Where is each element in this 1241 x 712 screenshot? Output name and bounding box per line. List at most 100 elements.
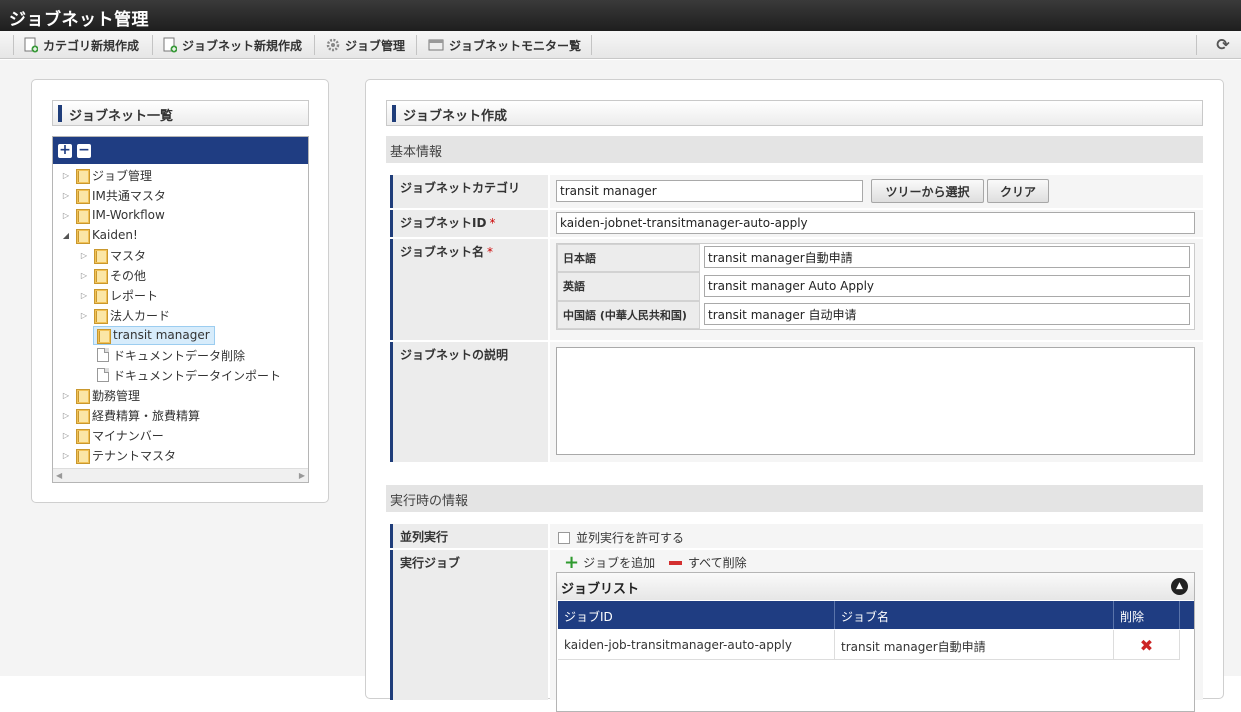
runtime-info-header: 実行時の情報	[386, 485, 1203, 512]
app-title: ジョブネット管理	[0, 0, 1241, 31]
jobnet-id-label: ジョブネットID *	[390, 210, 548, 237]
name-english-input[interactable]	[704, 275, 1190, 297]
expand-arrow-icon[interactable]: ▷	[61, 391, 71, 400]
lang-label-english: 英語	[557, 272, 700, 301]
scroll-right-icon[interactable]: ▶	[299, 471, 305, 480]
collapse-up-icon[interactable]: ▲	[1171, 578, 1188, 595]
jobnet-name-label: ジョブネット名 *	[390, 239, 548, 340]
minus-icon	[669, 560, 682, 565]
jobnet-id-input[interactable]	[556, 212, 1195, 234]
jobnet-tree: + − ▷ ジョブ管理 ▷ IM共通マスタ ▷ IM-Workflow ◢ Kaiden…	[52, 136, 309, 483]
checkbox-icon[interactable]	[558, 531, 570, 544]
expand-all-icon[interactable]: +	[58, 143, 72, 158]
scroll-left-icon[interactable]: ◀	[56, 471, 62, 480]
delete-all-button[interactable]: すべて削除	[669, 554, 747, 571]
jobnet-monitor-label: ジョブネットモニター覧	[449, 38, 582, 53]
select-from-tree-button[interactable]: ツリーから選択	[871, 179, 984, 203]
new-document-icon	[24, 37, 39, 53]
add-job-button[interactable]: + ジョブを追加	[564, 551, 655, 573]
gear-icon	[326, 37, 340, 53]
folder-icon	[93, 248, 108, 264]
basic-info-header: 基本情報	[386, 136, 1203, 163]
new-category-label: カテゴリ新規作成	[43, 38, 140, 53]
collapse-all-icon[interactable]: −	[77, 143, 91, 158]
lang-label-japanese: 日本語	[557, 244, 700, 272]
new-document-icon	[163, 37, 178, 53]
expand-arrow-icon[interactable]: ▷	[79, 251, 89, 260]
folder-icon	[75, 428, 90, 444]
job-name-cell[interactable]: transit manager自動申請	[835, 630, 1114, 660]
clear-button[interactable]: クリア	[987, 179, 1049, 203]
folder-icon	[75, 448, 90, 464]
category-input[interactable]	[556, 180, 863, 202]
expand-arrow-icon[interactable]: ▷	[61, 191, 71, 200]
col-header-job-id[interactable]: ジョブID	[558, 601, 835, 629]
expand-arrow-icon[interactable]: ▷	[61, 171, 71, 180]
col-header-delete[interactable]: 削除	[1114, 601, 1180, 629]
jobnet-create-title: ジョブネット作成	[386, 100, 1203, 126]
tree-node[interactable]: ▷ その他	[79, 265, 146, 285]
monitor-icon	[428, 37, 444, 53]
folder-open-icon	[75, 228, 90, 244]
collapse-arrow-icon[interactable]: ◢	[61, 231, 71, 240]
tree-node[interactable]: ドキュメントデータインポート	[97, 365, 281, 385]
folder-icon	[75, 168, 90, 184]
expand-arrow-icon[interactable]: ▷	[79, 291, 89, 300]
folder-icon	[96, 328, 111, 344]
toolbar: カテゴリ新規作成 ジョブネット新規作成 ジョブ管理 ジョブネットモニター覧 ⟳	[0, 31, 1241, 59]
expand-arrow-icon[interactable]: ▷	[79, 271, 89, 280]
expand-arrow-icon[interactable]: ▷	[61, 431, 71, 440]
lang-label-chinese: 中国語 (中華人民共和国)	[557, 301, 700, 329]
tree-node[interactable]: ▷ レポート	[79, 285, 158, 305]
description-label: ジョブネットの説明	[390, 342, 548, 462]
job-id-cell[interactable]: kaiden-job-transitmanager-auto-apply	[558, 630, 835, 660]
document-icon	[97, 348, 109, 362]
folder-icon	[75, 208, 90, 224]
jobnet-create-panel: ジョブネット作成 基本情報 ジョブネットカテゴリ ツリーから選択 クリア ジョブ…	[365, 79, 1224, 712]
tree-node-selected[interactable]: transit manager	[93, 325, 215, 345]
col-header-job-name[interactable]: ジョブ名	[835, 601, 1114, 629]
folder-icon	[93, 288, 108, 304]
tree-node[interactable]: ▷ 法人カード	[79, 305, 170, 325]
document-icon	[97, 368, 109, 382]
horizontal-scrollbar[interactable]: ◀ ▶	[53, 468, 308, 482]
folder-icon	[75, 188, 90, 204]
parallel-label: 並列実行	[390, 524, 548, 548]
folder-icon	[93, 268, 108, 284]
tree-node[interactable]: ▷ IM-Workflow	[61, 205, 165, 225]
description-textarea[interactable]	[556, 347, 1195, 455]
new-jobnet-label: ジョブネット新規作成	[182, 38, 303, 53]
jobnet-list-title: ジョブネット一覧	[52, 100, 309, 126]
tree-node[interactable]: ▷ テナントマスタ	[61, 445, 176, 465]
tree-node[interactable]: ▷ マイナンバー	[61, 425, 164, 445]
folder-icon	[93, 308, 108, 324]
tree-node[interactable]: ◢ Kaiden!	[61, 225, 138, 245]
new-category-button[interactable]: カテゴリ新規作成	[24, 34, 139, 56]
name-japanese-input[interactable]	[704, 246, 1190, 268]
delete-x-icon[interactable]: ✖	[1140, 636, 1153, 655]
expand-arrow-icon[interactable]: ▷	[61, 411, 71, 420]
category-label: ジョブネットカテゴリ	[390, 175, 548, 208]
expand-arrow-icon[interactable]: ▷	[61, 451, 71, 460]
job-list-title: ジョブリスト	[557, 573, 1194, 600]
tree-node[interactable]: ▷ 経費精算・旅費精算	[61, 405, 200, 425]
job-management-button[interactable]: ジョブ管理	[326, 34, 405, 56]
parallel-checkbox[interactable]: 並列実行を許可する	[558, 529, 684, 546]
tree-node[interactable]: ▷ ジョブ管理	[61, 165, 152, 185]
refresh-icon[interactable]: ⟳	[1212, 34, 1234, 56]
folder-icon	[75, 408, 90, 424]
new-jobnet-button[interactable]: ジョブネット新規作成	[163, 34, 302, 56]
job-management-label: ジョブ管理	[345, 38, 406, 53]
expand-arrow-icon[interactable]: ▷	[79, 311, 89, 320]
tree-node[interactable]: ▷ マスタ	[79, 245, 146, 265]
plus-icon: +	[564, 551, 580, 573]
jobnet-list-panel: ジョブネット一覧 + − ▷ ジョブ管理 ▷ IM共通マスタ ▷ IM-Workflo…	[31, 79, 329, 503]
tree-node[interactable]: ▷ 勤務管理	[61, 385, 140, 405]
jobnet-monitor-button[interactable]: ジョブネットモニター覧	[428, 34, 581, 56]
tree-node[interactable]: ドキュメントデータ削除	[97, 345, 245, 365]
job-list-grid: ジョブリスト ▲ ジョブID ジョブ名 削除 kaiden-job-transi…	[556, 572, 1195, 712]
expand-arrow-icon[interactable]: ▷	[61, 211, 71, 220]
folder-icon	[75, 388, 90, 404]
name-chinese-input[interactable]	[704, 303, 1190, 325]
tree-node[interactable]: ▷ IM共通マスタ	[61, 185, 166, 205]
